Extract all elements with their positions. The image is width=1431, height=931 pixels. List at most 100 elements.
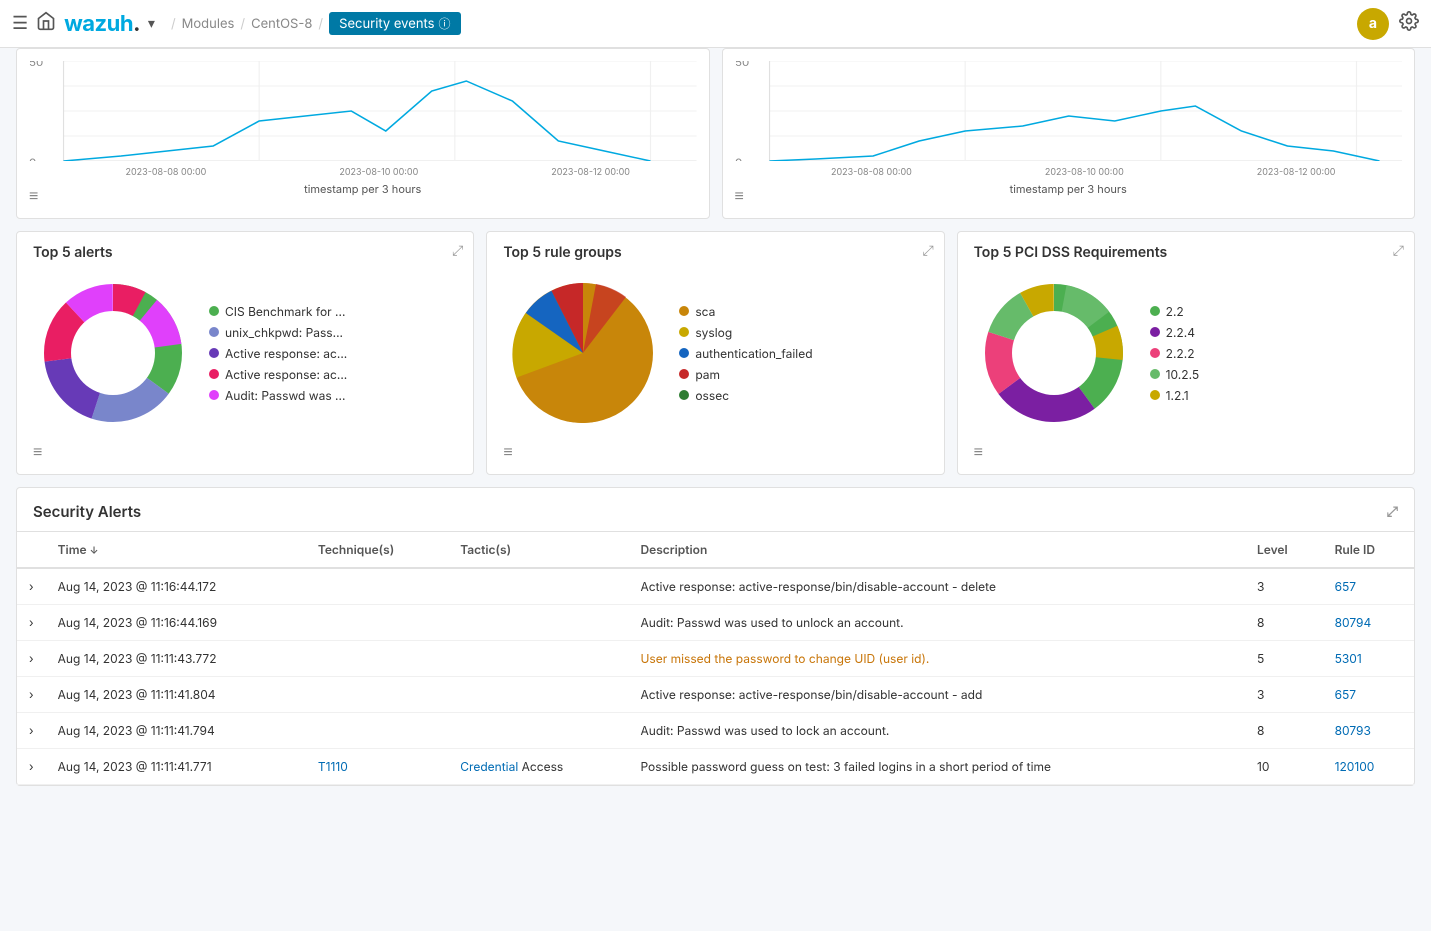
avatar[interactable]: a bbox=[1357, 8, 1389, 40]
cell-description: Active response: active-response/bin/dis… bbox=[628, 677, 1245, 713]
top5-alerts-donut bbox=[33, 273, 193, 433]
security-alerts-expand-icon[interactable]: ⤢ bbox=[1387, 503, 1398, 520]
cell-level: 3 bbox=[1245, 568, 1323, 605]
cell-time: Aug 14, 2023 @ 11:16:44.169 bbox=[46, 605, 306, 641]
cell-rule-id[interactable]: 80794 bbox=[1323, 605, 1414, 641]
security-alerts-title: Security Alerts bbox=[33, 502, 141, 521]
cell-technique bbox=[306, 605, 448, 641]
cell-tactic bbox=[448, 568, 628, 605]
cell-technique bbox=[306, 713, 448, 749]
line-chart-1: 50 0 2023-08-08 00:00 2023-08-10 00:00 2… bbox=[29, 61, 697, 161]
row-expand-chevron[interactable]: › bbox=[17, 677, 46, 713]
top5-alerts-expand-icon[interactable]: ⤢ bbox=[452, 242, 463, 259]
svg-text:0: 0 bbox=[29, 157, 36, 161]
breadcrumb-security-events[interactable]: Security events ⓘ bbox=[329, 12, 460, 35]
legend-item-1: unix_chkpwd: Pass... bbox=[209, 325, 347, 340]
cell-rule-id[interactable]: 5301 bbox=[1323, 641, 1414, 677]
cell-technique bbox=[306, 677, 448, 713]
chart1-x-label-3: 2023-08-12 00:00 bbox=[551, 167, 630, 178]
breadcrumb-modules[interactable]: Modules bbox=[182, 16, 235, 32]
rule-id-link[interactable]: 120100 bbox=[1335, 759, 1375, 774]
legend-dot-3 bbox=[209, 369, 219, 379]
top5-alerts-legend: CIS Benchmark for ... unix_chkpwd: Pass.… bbox=[209, 304, 347, 403]
cell-tactic bbox=[448, 713, 628, 749]
security-alerts-header: Security Alerts ⤢ bbox=[17, 488, 1414, 532]
top5-pcidss-expand-icon[interactable]: ⤢ bbox=[1393, 242, 1404, 259]
rg-legend-0: sca bbox=[679, 304, 812, 319]
technique-link[interactable]: T1110 bbox=[318, 759, 348, 774]
rule-id-link[interactable]: 657 bbox=[1335, 687, 1357, 702]
pci-legend-3: 10.2.5 bbox=[1150, 367, 1200, 382]
chart2-x-label-3: 2023-08-12 00:00 bbox=[1257, 167, 1336, 178]
cell-time: Aug 14, 2023 @ 11:11:41.794 bbox=[46, 713, 306, 749]
cell-technique[interactable]: T1110 bbox=[306, 749, 448, 785]
top-charts-row: 50 0 2023-08-08 00:00 2023-08-10 00:00 2… bbox=[16, 48, 1415, 219]
col-technique: Technique(s) bbox=[306, 532, 448, 568]
cell-time: Aug 14, 2023 @ 11:11:41.804 bbox=[46, 677, 306, 713]
rg-legend-2: authentication_failed bbox=[679, 346, 812, 361]
top5-alerts-panel: Top 5 alerts ⤢ CIS Benchmark for ... bbox=[16, 231, 474, 475]
top5-rulegroups-expand-icon[interactable]: ⤢ bbox=[922, 242, 933, 259]
row-expand-chevron[interactable]: › bbox=[17, 749, 46, 785]
row-expand-chevron[interactable]: › bbox=[17, 568, 46, 605]
legend-dot-2 bbox=[209, 348, 219, 358]
logo-dropdown[interactable]: ▾ bbox=[148, 15, 155, 32]
top5-pcidss-legend: 2.2 2.2.4 2.2.2 10.2.5 bbox=[1150, 304, 1200, 403]
cell-description: Possible password guess on test: 3 faile… bbox=[628, 749, 1245, 785]
cell-description: User missed the password to change UID (… bbox=[628, 641, 1245, 677]
main-content: 50 0 2023-08-08 00:00 2023-08-10 00:00 2… bbox=[0, 48, 1431, 802]
pci-legend-4: 1.2.1 bbox=[1150, 388, 1200, 403]
cell-tactic: Credential Access bbox=[448, 749, 628, 785]
cell-tactic bbox=[448, 605, 628, 641]
table-row: ›Aug 14, 2023 @ 11:11:43.772 User missed … bbox=[17, 641, 1414, 677]
svg-text:0: 0 bbox=[735, 157, 742, 161]
cell-time: Aug 14, 2023 @ 11:11:43.772 bbox=[46, 641, 306, 677]
chart-panel-1: 50 0 2023-08-08 00:00 2023-08-10 00:00 2… bbox=[16, 48, 710, 219]
cell-level: 8 bbox=[1245, 605, 1323, 641]
cell-rule-id[interactable]: 657 bbox=[1323, 568, 1414, 605]
svg-text:50: 50 bbox=[735, 61, 749, 69]
cell-description: Active response: active-response/bin/dis… bbox=[628, 568, 1245, 605]
top5-alerts-title: Top 5 alerts bbox=[33, 244, 457, 261]
rule-id-link[interactable]: 80794 bbox=[1335, 615, 1372, 630]
row-expand-chevron[interactable]: › bbox=[17, 605, 46, 641]
home-icon[interactable] bbox=[36, 11, 56, 36]
col-description: Description bbox=[628, 532, 1245, 568]
security-alerts-panel: Security Alerts ⤢ Time ↓ Technique(s) Ta… bbox=[16, 487, 1415, 786]
cell-rule-id[interactable]: 657 bbox=[1323, 677, 1414, 713]
alerts-table: Time ↓ Technique(s) Tactic(s) Descriptio… bbox=[17, 532, 1414, 785]
rg-legend-4: ossec bbox=[679, 388, 812, 403]
top5-rulegroups-title: Top 5 rule groups bbox=[503, 244, 927, 261]
menu-icon[interactable]: ☰ bbox=[12, 13, 28, 34]
breadcrumb: / Modules / CentOS-8 / Security events ⓘ bbox=[171, 12, 461, 35]
top-navigation: ☰ wazuh. ▾ / Modules / CentOS-8 / Securi… bbox=[0, 0, 1431, 48]
top5-rulegroups-panel: Top 5 rule groups ⤢ bbox=[486, 231, 944, 475]
row-expand-chevron[interactable]: › bbox=[17, 641, 46, 677]
info-icon: ⓘ bbox=[438, 15, 450, 32]
settings-icon[interactable] bbox=[1399, 11, 1419, 36]
cell-level: 10 bbox=[1245, 749, 1323, 785]
col-time[interactable]: Time ↓ bbox=[46, 532, 306, 568]
rule-id-link[interactable]: 5301 bbox=[1335, 651, 1362, 666]
row-expand-chevron[interactable]: › bbox=[17, 713, 46, 749]
rule-id-link[interactable]: 657 bbox=[1335, 579, 1357, 594]
cell-description: Audit: Passwd was used to lock an accoun… bbox=[628, 713, 1245, 749]
pci-legend-0: 2.2 bbox=[1150, 304, 1200, 319]
legend-dot-0 bbox=[209, 306, 219, 316]
top5-rulegroups-table-icon[interactable]: ≡ bbox=[503, 441, 927, 462]
cell-level: 5 bbox=[1245, 641, 1323, 677]
legend-item-0: CIS Benchmark for ... bbox=[209, 304, 347, 319]
top5-pcidss-table-icon[interactable]: ≡ bbox=[974, 441, 1398, 462]
top5-pcidss-donut bbox=[974, 273, 1134, 433]
cell-time: Aug 14, 2023 @ 11:16:44.172 bbox=[46, 568, 306, 605]
cell-rule-id[interactable]: 120100 bbox=[1323, 749, 1414, 785]
chart1-axis-label: timestamp per 3 hours bbox=[29, 182, 697, 196]
top5-alerts-table-icon[interactable]: ≡ bbox=[33, 441, 457, 462]
logo: wazuh. bbox=[64, 11, 140, 37]
cell-rule-id[interactable]: 80793 bbox=[1323, 713, 1414, 749]
pci-legend-2: 2.2.2 bbox=[1150, 346, 1200, 361]
cell-tactic bbox=[448, 641, 628, 677]
breadcrumb-centos[interactable]: CentOS-8 bbox=[251, 16, 312, 32]
rule-id-link[interactable]: 80793 bbox=[1335, 723, 1371, 738]
col-tactic: Tactic(s) bbox=[448, 532, 628, 568]
